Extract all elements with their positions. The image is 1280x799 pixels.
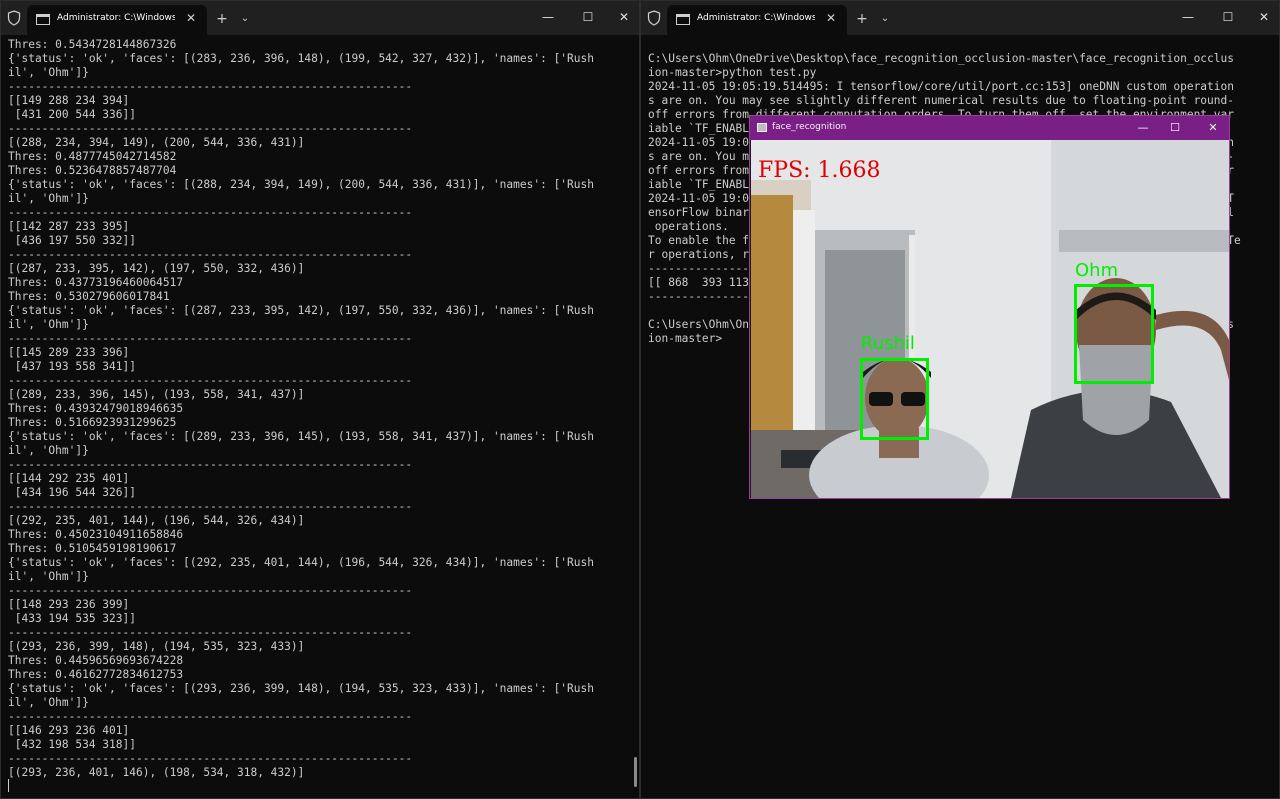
shield-icon	[647, 10, 661, 26]
terminal-icon	[676, 14, 690, 25]
terminal-line: ----------------------------------------…	[8, 752, 413, 765]
terminal-line: Thres: 0.43773196460064517	[8, 276, 184, 289]
terminal-line: Thres: 0.4877745042714582	[8, 150, 177, 163]
face-label-rushil: Rushil	[861, 333, 915, 354]
close-tab-icon[interactable]: ✕	[183, 10, 199, 26]
terminal-line: Thres: 0.5105459198190617	[8, 542, 177, 555]
terminal-window-left[interactable]: Administrator: C:\Windows\Sy ✕ + ⌄ — ☐ ✕…	[0, 0, 640, 799]
face-recognition-window[interactable]: face_recognition — ☐ ✕ FPS: 1.668 Rushil…	[749, 115, 1230, 499]
terminal-line: s are on. You may see slightly different…	[648, 94, 1234, 107]
terminal-line: ----------------------------------------…	[8, 332, 413, 345]
terminal-line: Thres: 0.530279606017841	[8, 290, 170, 303]
terminal-line: il', 'Ohm']}	[8, 318, 89, 331]
terminal-line: Thres: 0.43932479018946635	[8, 402, 184, 415]
camera-scene	[751, 140, 1229, 498]
terminal-line: {'status': 'ok', 'faces': [(287, 233, 39…	[8, 304, 594, 317]
terminal-line: {'status': 'ok', 'faces': [(292, 235, 40…	[8, 556, 594, 569]
terminal-line: ----------------------------------------…	[8, 206, 413, 219]
terminal-line: [433 194 535 323]]	[8, 612, 136, 625]
terminal-line: il', 'Ohm']}	[8, 444, 89, 457]
terminal-line: [432 198 534 318]]	[8, 738, 136, 751]
terminal-line: ----------------------------------------…	[8, 626, 413, 639]
terminal-line: [(293, 236, 399, 148), (194, 535, 323, 4…	[8, 640, 305, 653]
terminal-line: C:\Users\Ohm\OneDrive\Desktop\face_recog…	[648, 52, 1234, 65]
close-tab-icon[interactable]: ✕	[823, 10, 839, 26]
new-tab-button[interactable]: +	[853, 10, 871, 28]
tab-administrator[interactable]: Administrator: C:\Windows\Sy ✕	[667, 5, 847, 35]
face-window-titlebar[interactable]: face_recognition — ☐ ✕	[750, 116, 1229, 140]
face-box-rushil	[860, 358, 929, 440]
fps-counter: FPS: 1.668	[758, 158, 881, 183]
close-button[interactable]: ✕	[607, 5, 639, 29]
terminal-line: Thres: 0.5236478857487704	[8, 164, 177, 177]
face-box-ohm	[1074, 284, 1154, 384]
titlebar: Administrator: C:\Windows\Sy ✕ + ⌄ — ☐ ✕	[641, 1, 1279, 35]
minimize-button[interactable]: —	[531, 5, 565, 29]
close-button[interactable]: ✕	[1198, 118, 1228, 138]
scrollbar[interactable]	[634, 757, 637, 787]
chevron-down-icon[interactable]: ⌄	[877, 10, 893, 28]
terminal-line: [[145 289 233 396]	[8, 346, 130, 359]
terminal-line: ----------------------------------------…	[8, 710, 413, 723]
terminal-line: il', 'Ohm']}	[8, 66, 89, 79]
close-button[interactable]: ✕	[1247, 5, 1279, 29]
shield-icon	[7, 10, 21, 26]
maximize-button[interactable]: ☐	[1160, 118, 1190, 138]
terminal-line: Thres: 0.44596569693674228	[8, 654, 184, 667]
terminal-line: [(292, 235, 401, 144), (196, 544, 326, 4…	[8, 514, 305, 527]
maximize-button[interactable]: ☐	[571, 5, 605, 29]
terminal-line: 2024-11-05 19:05:19.514495: I tensorflow…	[648, 80, 1234, 93]
terminal-line: [(288, 234, 394, 149), (200, 544, 336, 4…	[8, 136, 305, 149]
chevron-down-icon[interactable]: ⌄	[237, 10, 253, 28]
terminal-line: [436 197 550 332]]	[8, 234, 136, 247]
minimize-button[interactable]: —	[1171, 5, 1205, 29]
text-cursor	[8, 779, 9, 792]
terminal-line: {'status': 'ok', 'faces': [(293, 236, 39…	[8, 682, 594, 695]
terminal-line: {'status': 'ok', 'faces': [(289, 233, 39…	[8, 430, 594, 443]
tab-title: Administrator: C:\Windows\Sy	[697, 13, 815, 23]
minimize-button[interactable]: —	[1128, 118, 1158, 138]
maximize-button[interactable]: ☐	[1211, 5, 1245, 29]
tab-administrator[interactable]: Administrator: C:\Windows\Sy ✕	[27, 5, 207, 35]
titlebar: Administrator: C:\Windows\Sy ✕ + ⌄ — ☐ ✕	[1, 1, 639, 35]
terminal-line: [431 200 544 336]]	[8, 108, 136, 121]
terminal-line: ----------------------------------------…	[8, 584, 413, 597]
terminal-line: ion-master>python test.py	[648, 66, 817, 79]
terminal-line: il', 'Ohm']}	[8, 696, 89, 709]
face-window-title: face_recognition	[772, 122, 847, 132]
terminal-line: {'status': 'ok', 'faces': [(288, 234, 39…	[8, 178, 594, 191]
app-icon	[757, 123, 767, 132]
terminal-line: [[149 288 234 394]	[8, 94, 130, 107]
terminal-line: Thres: 0.5434728144867326	[8, 38, 177, 51]
terminal-line: ----------------------------------------…	[8, 80, 413, 93]
terminal-line: ----------------------------------------…	[8, 374, 413, 387]
terminal-line: ----------------------------------------…	[8, 248, 413, 261]
terminal-line: [[148 293 236 399]	[8, 598, 130, 611]
terminal-line: {'status': 'ok', 'faces': [(283, 236, 39…	[8, 52, 594, 65]
terminal-line: [[146 293 236 401]	[8, 724, 130, 737]
camera-frame: FPS: 1.668 Rushil Ohm	[751, 140, 1229, 498]
terminal-line: Thres: 0.5166923931299625	[8, 416, 177, 429]
terminal-line: [(287, 233, 395, 142), (197, 550, 332, 4…	[8, 262, 305, 275]
tab-title: Administrator: C:\Windows\Sy	[57, 13, 175, 23]
terminal-line: il', 'Ohm']}	[8, 570, 89, 583]
terminal-icon	[36, 14, 50, 25]
terminal-line: [[142 287 233 395]	[8, 220, 130, 233]
terminal-line: Thres: 0.46162772834612753	[8, 668, 184, 681]
terminal-line: [(293, 236, 401, 146), (198, 534, 318, 4…	[8, 766, 305, 779]
terminal-line: ----------------------------------------…	[8, 122, 413, 135]
terminal-line: [(289, 233, 396, 145), (193, 558, 341, 4…	[8, 388, 305, 401]
terminal-line: [437 193 558 341]]	[8, 360, 136, 373]
new-tab-button[interactable]: +	[213, 10, 231, 28]
terminal-line: il', 'Ohm']}	[8, 192, 89, 205]
terminal-line: Thres: 0.45023104911658846	[8, 528, 184, 541]
face-label-ohm: Ohm	[1075, 260, 1119, 281]
terminal-line: [434 196 544 326]]	[8, 486, 136, 499]
terminal-output[interactable]: Thres: 0.5434728144867326 {'status': 'ok'…	[8, 38, 634, 780]
terminal-line: ----------------------------------------…	[8, 500, 413, 513]
terminal-line: ----------------------------------------…	[8, 458, 413, 471]
terminal-line: [[144 292 235 401]	[8, 472, 130, 485]
